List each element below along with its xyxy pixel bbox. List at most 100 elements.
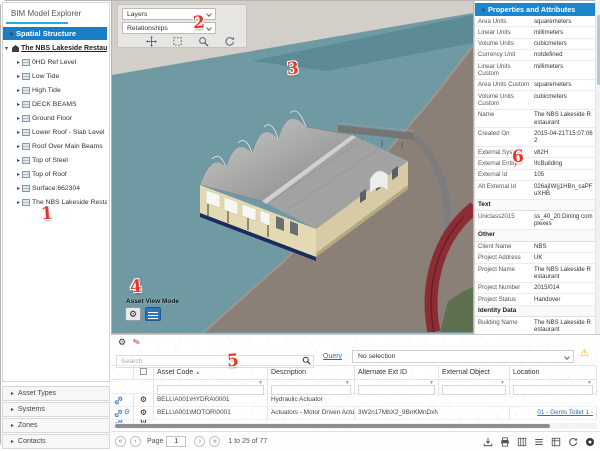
filter-alt-ext-id-input[interactable] [358, 385, 435, 395]
chevron-right-icon: ▸ [11, 407, 14, 413]
location-cell: 01 - Gents Toilet 1 - [509, 407, 597, 419]
chevron-down-icon: ▾ [482, 8, 485, 14]
filter-icon[interactable]: ▼ [345, 380, 350, 386]
edit-icon[interactable]: ✎ [132, 336, 142, 349]
prev-page-button[interactable]: ‹ [130, 436, 141, 447]
pivot-table-icon[interactable] [551, 437, 561, 447]
tree-item[interactable]: ▸DECK BEAMS [3, 97, 107, 111]
table-row[interactable]: ⚙ BELL\A001\HYDRA\0001 Hydraulic Actuato… [111, 394, 597, 407]
level-icon [22, 115, 30, 122]
link-icon[interactable] [114, 396, 123, 405]
accordion-contacts[interactable]: ▸Contacts [2, 434, 110, 449]
gear-icon: ⚙ [129, 309, 137, 319]
chevron-down-icon: ▾ [5, 45, 8, 52]
chevron-right-icon: ▸ [11, 439, 14, 445]
property-row: Project StatusHandover [475, 294, 596, 305]
chevron-down-icon [206, 25, 212, 31]
grid-settings-icon[interactable]: ⚙ [118, 337, 126, 348]
property-row: External Systemv82H [475, 147, 596, 158]
filter-icon[interactable]: ▼ [500, 380, 505, 386]
accordion-systems[interactable]: ▸Systems [2, 402, 110, 417]
chevron-right-icon: ▸ [17, 129, 20, 136]
link-icon[interactable] [114, 409, 123, 418]
filter-asset-code-input[interactable] [157, 385, 264, 395]
system-gear-icon[interactable]: ⚙ [124, 407, 130, 419]
accordion-asset-types[interactable]: ▸Asset Types [2, 386, 110, 401]
last-page-button[interactable]: » [209, 436, 220, 447]
horizontal-scrollbar[interactable] [111, 423, 597, 429]
property-row: Area Unitssquaremeters [475, 16, 596, 27]
tree-root-item[interactable]: ▾ The NBS Lakeside Restaurant [3, 42, 107, 55]
viewport-toolbar: Layers Relationships [117, 4, 247, 48]
filter-location-input[interactable] [513, 385, 593, 395]
property-row: Currency Unitnotdefined [475, 50, 596, 61]
pan-icon[interactable] [146, 36, 157, 47]
annotation-4: 4 [129, 277, 142, 298]
location-link[interactable]: 01 - Gents Toilet 1 - [513, 407, 593, 419]
sort-asc-icon: ▲ [195, 370, 200, 376]
chevron-right-icon: ▸ [17, 101, 20, 108]
record-range-label: 1 to 25 of 77 [228, 438, 267, 445]
columns-icon[interactable] [517, 437, 527, 447]
property-row: Building NameThe NBS Lakeside Restaurant [475, 317, 596, 335]
pagination-bar: « ‹ Page › » 1 to 25 of 77 [111, 431, 600, 451]
property-row: External Id105 [475, 170, 596, 181]
property-row: Volume Units Customcubicmeters [475, 91, 596, 110]
tree-item[interactable]: ▸Surface:662304 [3, 181, 107, 195]
filter-external-object-input[interactable] [442, 385, 506, 395]
next-page-button[interactable]: › [194, 436, 205, 447]
filter-description-input[interactable] [271, 385, 351, 395]
export-icon[interactable] [483, 437, 493, 447]
zoom-icon[interactable] [198, 36, 209, 47]
filter-icon[interactable]: ▼ [258, 380, 263, 386]
refresh-icon[interactable] [568, 437, 578, 447]
table-row[interactable]: ⚙ ⚙ BELL\A001\MOTOR\0001 Actuators - Mot… [111, 407, 597, 420]
sidebar-accordions: ▸Asset Types ▸Systems ▸Zones ▸Contacts [2, 386, 110, 450]
gear-icon[interactable]: ⚙ [140, 408, 147, 417]
accordion-zones[interactable]: ▸Zones [2, 418, 110, 433]
rotate-icon[interactable] [224, 36, 235, 47]
filter-icon[interactable]: ▼ [429, 380, 434, 386]
tree-item[interactable]: ▸Low Tide [3, 69, 107, 83]
level-icon [22, 59, 30, 66]
selection-dropdown[interactable]: No selection [352, 350, 574, 363]
chevron-right-icon: ▸ [11, 423, 14, 429]
tree-item[interactable]: ▸Top of Roof [3, 167, 107, 181]
tree-item[interactable]: ▸Ground Floor [3, 111, 107, 125]
viewport-3d[interactable]: Layers Relationships Asset View Mode ⚙ [111, 1, 474, 334]
filter-icon[interactable]: ▼ [587, 380, 592, 386]
chevron-right-icon: ▸ [11, 391, 14, 397]
warning-icon: ⚠ [580, 348, 589, 359]
gear-icon[interactable]: ⚙ [140, 395, 147, 404]
bim-app-window: { "app": { "explorer_title": "BIM Model … [0, 0, 600, 449]
settings-circle-icon[interactable] [585, 437, 595, 447]
properties-list: Area Unitssquaremeters Linear Unitsmilli… [475, 16, 596, 335]
level-icon [22, 87, 30, 94]
property-row: NameThe NBS Lakeside Restaurant [475, 110, 596, 129]
properties-scrollbar[interactable] [595, 1, 600, 335]
selection-box-icon[interactable] [172, 36, 183, 47]
view-settings-button[interactable]: ⚙ [125, 307, 141, 321]
annotation-6: 6 [511, 147, 524, 168]
query-link[interactable]: Query [323, 353, 342, 360]
asset-list-button[interactable] [145, 307, 161, 321]
rows-icon[interactable] [534, 437, 544, 447]
properties-header[interactable]: ▾Properties and Attributes [475, 3, 596, 16]
tree-item[interactable]: ▸0HD Ref Level [3, 55, 107, 69]
tree-item[interactable]: ▸Roof Over Main Beams [3, 139, 107, 153]
first-page-button[interactable]: « [115, 436, 126, 447]
chevron-right-icon: ▸ [17, 73, 20, 80]
page-number-input[interactable] [166, 436, 186, 447]
print-icon[interactable] [500, 437, 510, 447]
annotation-1: 1 [40, 204, 53, 225]
spatial-structure-header[interactable]: ▾Spatial Structure [3, 27, 107, 40]
tree-item[interactable]: ▸Lower Roof - Slab Level [3, 125, 107, 139]
tree-item[interactable]: ▸Top of Steel [3, 153, 107, 167]
scrollbar-thumb[interactable] [115, 424, 550, 428]
alt-ext-id-cell: 3W2n17MbX2_9BnKMnDxNB [354, 407, 438, 419]
explorer-title: BIM Model Explorer [3, 3, 109, 18]
select-all-checkbox[interactable] [140, 368, 147, 375]
tree-item[interactable]: ▸The NBS Lakeside Restaurant [3, 195, 107, 209]
tree-item[interactable]: ▸High Tide [3, 83, 107, 97]
level-icon [22, 171, 30, 178]
